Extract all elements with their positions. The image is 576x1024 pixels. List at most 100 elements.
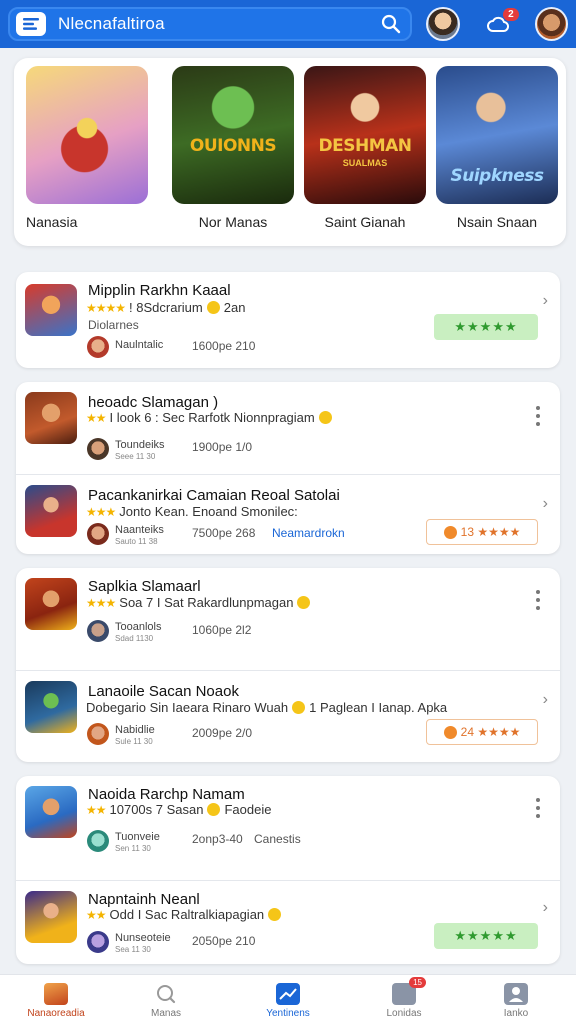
game-art: OUIONNS: [172, 66, 294, 204]
profile-avatar[interactable]: [534, 7, 568, 41]
rating-stars: ★★: [86, 410, 106, 425]
nav-label: Yentinens: [266, 1008, 310, 1019]
app-title: Nlecnafaltiroa: [58, 14, 165, 33]
chevron-right-icon[interactable]: ›: [543, 495, 548, 513]
nav-tab-profile[interactable]: Ianko: [476, 983, 556, 1019]
rating-stars: ★★★★: [86, 300, 126, 315]
search-icon[interactable]: [378, 11, 404, 37]
top-bar: Nlecnafaltiroa 2: [0, 0, 576, 48]
item-subtitle: ★★ 10700s 7 Sasan Faodeie: [86, 802, 271, 817]
chevron-right-icon[interactable]: ›: [543, 292, 548, 310]
menu-icon[interactable]: [16, 12, 46, 36]
list-item[interactable]: Napntainh Neanl ★★ Odd I Sac Raltralkiap…: [16, 880, 560, 964]
more-options-icon[interactable]: [536, 798, 540, 822]
list-item[interactable]: Pacankanirkai Camaian Reoal Satolai ★★★ …: [16, 474, 560, 554]
item-subtitle: Dobegario Sin Iaeara Rinaro Wuah 1 Pagle…: [86, 700, 447, 715]
game-art-title: OUIONNS: [189, 136, 277, 156]
search-bar[interactable]: Nlecnafaltiroa: [8, 7, 413, 41]
featured-game[interactable]: OUIONNS Nor Manas: [172, 66, 294, 230]
author-subtext: Seee 11 30: [115, 452, 156, 461]
item-subtitle-tail: Faodeie: [224, 802, 272, 817]
nav-tab-active[interactable]: Yentinens: [248, 983, 328, 1019]
rating-stars: ★★★: [86, 504, 116, 519]
item-title: Napntainh Neanl: [88, 891, 200, 908]
nav-label: Nanaoreadia: [27, 1008, 85, 1019]
item-subtitle: ★★ Odd I Sac Raltralkiapagian: [86, 907, 282, 922]
item-title: Saplkia Slamaarl: [88, 578, 201, 595]
rating-badge: ★★★★★: [434, 923, 538, 949]
notifications-button[interactable]: 2: [482, 7, 519, 41]
item-title: Naoida Rarchp Namam: [88, 786, 245, 803]
more-options-icon[interactable]: [536, 590, 540, 614]
item-link[interactable]: Neamardrokn: [272, 526, 345, 540]
item-date: 2onp3-40: [192, 832, 243, 846]
nav-tab-home[interactable]: Nanaoreadia: [16, 983, 96, 1019]
item-date: 7500pe 268: [192, 526, 256, 540]
rating-badge: 24 ★★★★: [426, 719, 538, 745]
item-subtitle: ★★ I look 6 : Sec Rarfotk Nionnpragiam: [86, 410, 332, 425]
emoji-icon: [297, 596, 311, 609]
author-name: Nunseoteie: [115, 932, 171, 944]
author-name: Toundeiks: [115, 439, 165, 451]
item-subtitle-text: Odd I Sac Raltralkiapagian: [109, 907, 265, 922]
rating-badge-text: 24 ★★★★: [460, 725, 521, 739]
game-thumbnail: [25, 891, 77, 943]
emoji-icon: [207, 803, 221, 816]
game-art: Suipkness: [436, 66, 558, 204]
nav-badge: 15: [409, 977, 426, 988]
item-date: 2050pe 210: [192, 934, 256, 948]
item-subtitle-text: Jonto Kean. Enoand Smonilec:: [119, 504, 298, 519]
list-item[interactable]: Saplkia Slamaarl ★★★ Soa 7 I Sat Rakardl…: [16, 568, 560, 670]
author-name: Naanteiks: [115, 524, 164, 536]
author-subtext: Sdad 1130: [115, 634, 154, 643]
item-subtitle: ★★★★ ! 8Sdcrarium 2an: [86, 300, 245, 315]
item-date: 1900pe 1/0: [192, 440, 253, 454]
game-card: Mipplin Rarkhn Kaaal ★★★★ ! 8Sdcrarium 2…: [16, 272, 560, 368]
chevron-right-icon[interactable]: ›: [543, 899, 548, 917]
author-avatar: [87, 830, 109, 852]
game-card: Saplkia Slamaarl ★★★ Soa 7 I Sat Rakardl…: [16, 568, 560, 762]
rating-dot-icon: [443, 525, 457, 539]
item-subtitle-text: Dobegario Sin Iaeara Rinaro Wuah: [86, 700, 289, 715]
featured-game[interactable]: Nanasia: [26, 66, 148, 230]
rating-stars: ★★★: [86, 595, 116, 610]
game-card: heoadc Slamagan ) ★★ I look 6 : Sec Rarf…: [16, 382, 560, 554]
author-avatar: [87, 620, 109, 642]
featured-game[interactable]: DESHMAN SUALMAS Saint Gianah: [304, 66, 426, 230]
nav-label: Lonidas: [386, 1008, 422, 1019]
list-item[interactable]: Mipplin Rarkhn Kaaal ★★★★ ! 8Sdcrarium 2…: [16, 272, 560, 368]
list-item[interactable]: Lanaoile Sacan Noaok Dobegario Sin Iaear…: [16, 670, 560, 762]
item-date: 1060pe 2l2: [192, 623, 252, 637]
game-art: [26, 66, 148, 204]
emoji-icon: [206, 301, 220, 314]
author-avatar: [87, 931, 109, 953]
list-item[interactable]: heoadc Slamagan ) ★★ I look 6 : Sec Rarf…: [16, 382, 560, 474]
author-subtext: Sauto 11 38: [115, 537, 158, 546]
nav-label: Manas: [150, 1008, 181, 1019]
game-thumbnail: [25, 786, 77, 838]
rating-dot-icon: [443, 725, 457, 739]
list-item[interactable]: Naoida Rarchp Namam ★★ 10700s 7 Sasan Fa…: [16, 776, 560, 880]
featured-label: Nanasia: [26, 214, 78, 230]
rating-stars: ★★: [86, 907, 106, 922]
game-thumbnail-icon: [44, 983, 68, 1005]
featured-label: Nsain Snaan: [456, 214, 538, 230]
emoji-icon: [318, 411, 332, 424]
chevron-right-icon[interactable]: ›: [543, 691, 548, 709]
item-title: Pacankanirkai Camaian Reoal Satolai: [88, 487, 340, 504]
featured-label: Saint Gianah: [324, 214, 406, 230]
notification-badge: 2: [503, 8, 519, 21]
item-subtitle-tail: 2an: [223, 300, 246, 315]
item-subtitle-text: 10700s 7 Sasan: [109, 802, 204, 817]
featured-game[interactable]: Suipkness Nsain Snaan: [436, 66, 558, 230]
more-options-icon[interactable]: [536, 406, 540, 430]
friend-avatar[interactable]: [426, 7, 460, 41]
game-thumbnail: [25, 578, 77, 630]
emoji-icon: [268, 908, 282, 921]
game-card: Naoida Rarchp Namam ★★ 10700s 7 Sasan Fa…: [16, 776, 560, 964]
author-subtext: Sule 11 30: [115, 737, 153, 746]
featured-label: Nor Manas: [198, 214, 268, 230]
nav-tab-inbox[interactable]: 15 Lonidas: [364, 977, 444, 1019]
nav-tab-search[interactable]: Manas: [126, 983, 206, 1019]
item-date: 1600pe 210: [192, 339, 256, 353]
